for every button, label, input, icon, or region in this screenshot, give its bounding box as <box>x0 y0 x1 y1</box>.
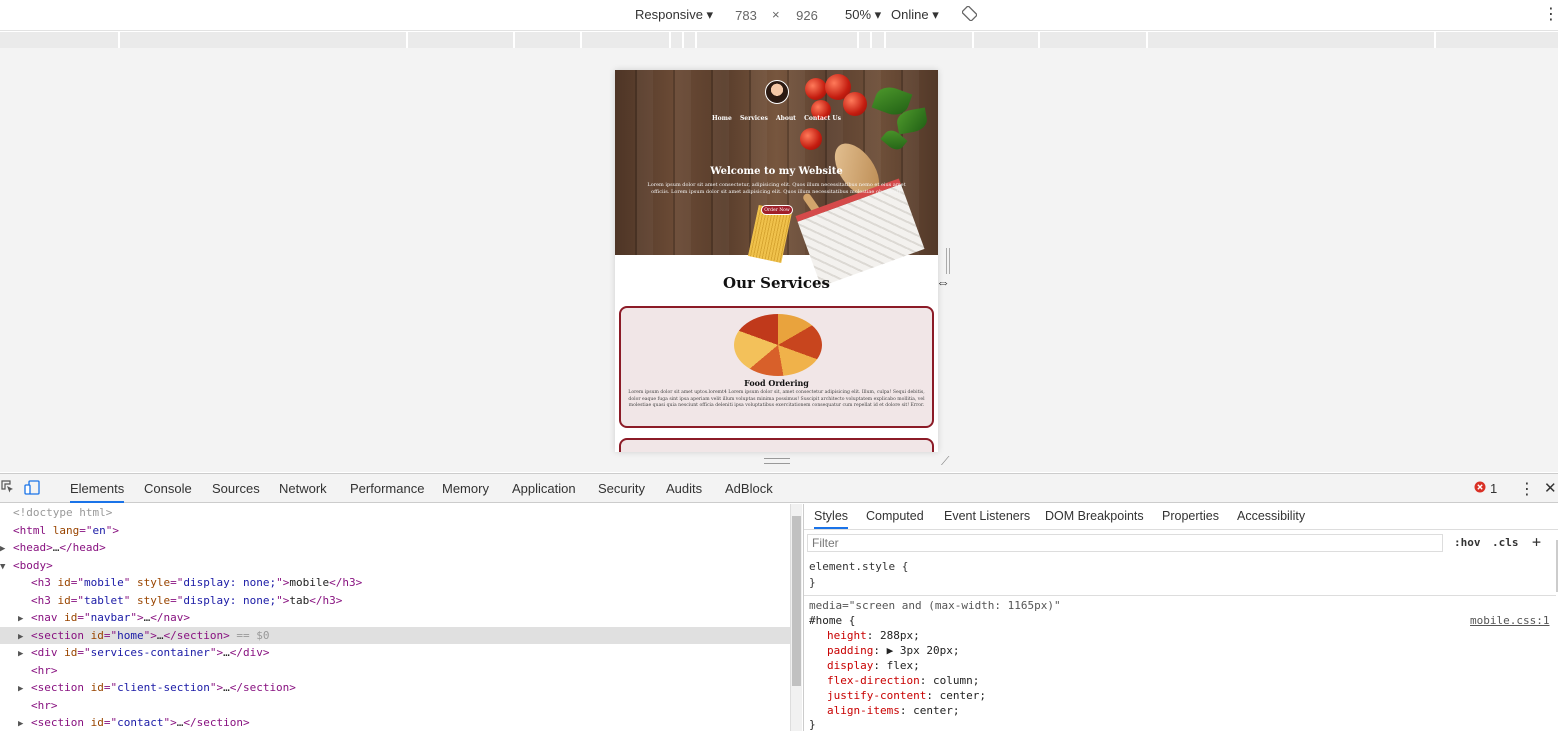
more-options-icon[interactable]: ⋮ <box>1543 4 1558 24</box>
css-declaration[interactable]: padding: ▶ 3px 20px; <box>827 644 959 657</box>
error-count[interactable]: 1 <box>1490 481 1497 496</box>
nav-link-services[interactable]: Services <box>740 115 768 122</box>
dom-node[interactable]: ▶ <section id="home">…</section> == $0 <box>0 626 790 646</box>
pizza-image <box>734 314 822 376</box>
device-viewport: Home Services About Contact Us Welcome t… <box>0 48 1558 472</box>
throttle-select[interactable]: Online ▾ <box>891 7 939 23</box>
tab-accessibility[interactable]: Accessibility <box>1237 509 1305 523</box>
tab-elements[interactable]: Elements <box>70 481 125 503</box>
dom-node[interactable]: ▼ <body> <box>0 557 790 575</box>
hero-text: Lorem ipsum dolor sit amet consectetur, … <box>647 182 906 195</box>
hover-state-toggle[interactable]: :hov <box>1454 536 1481 549</box>
tab-console[interactable]: Console <box>144 481 192 496</box>
element-style-close: } <box>809 576 816 589</box>
dom-node[interactable]: <hr> <box>0 697 790 715</box>
styles-filter-input[interactable]: Filter <box>807 534 1443 552</box>
tab-security[interactable]: Security <box>598 481 645 496</box>
expand-triangle-icon[interactable]: ▶ <box>18 681 31 698</box>
close-icon[interactable]: ✕ <box>1544 479 1557 497</box>
dom-tree[interactable]: <!doctype html> <html lang="en"> ▶ <head>…<… <box>0 504 790 731</box>
css-declaration[interactable]: justify-content: center; <box>827 689 986 702</box>
tab-sources[interactable]: Sources <box>212 481 260 496</box>
dimension-separator: × <box>772 7 780 22</box>
nav-link-about[interactable]: About <box>776 115 796 122</box>
devtools-menu-icon[interactable]: ⋮ <box>1519 479 1535 499</box>
services-title: Our Services <box>723 274 830 292</box>
hero-title: Welcome to my Website <box>710 166 843 177</box>
css-declaration[interactable]: flex-direction: column; <box>827 674 979 687</box>
tab-adblock[interactable]: AdBlock <box>725 481 773 496</box>
viewport-height-input[interactable]: 926 <box>781 6 833 25</box>
dom-node[interactable]: <!doctype html> <box>0 504 790 522</box>
hero-section: Home Services About Contact Us Welcome t… <box>615 70 938 287</box>
tab-audits[interactable]: Audits <box>666 481 702 496</box>
tab-event-listeners[interactable]: Event Listeners <box>944 509 1030 523</box>
dom-node[interactable]: <hr> <box>0 662 790 680</box>
nav-link-contact[interactable]: Contact Us <box>804 115 841 122</box>
tab-dom-breakpoints[interactable]: DOM Breakpoints <box>1045 509 1144 523</box>
service-card-text: Lorem ipsum dolor sit amet uptos.loremt4… <box>628 390 925 409</box>
expand-triangle-icon[interactable]: ▶ <box>18 716 31 731</box>
tab-styles[interactable]: Styles <box>814 509 849 529</box>
service-card: Food Ordering Lorem ipsum dolor sit amet… <box>619 306 934 428</box>
resize-corner-icon[interactable]: ⟋ <box>941 454 949 469</box>
dom-node[interactable]: <html lang="en"> <box>0 522 790 540</box>
avatar <box>765 80 789 104</box>
resize-cursor-icon: ⇔ <box>936 274 950 290</box>
site-navbar: Home Services About Contact Us <box>615 115 938 122</box>
device-toolbar: Responsive ▾ 783 × 926 50% ▾ Online ▾ ⋮ <box>0 0 1558 31</box>
tab-properties[interactable]: Properties <box>1162 509 1219 523</box>
dom-node[interactable]: ▶ <nav id="navbar">…</nav> <box>0 609 790 627</box>
styles-tabbar: Styles Computed Event Listeners DOM Brea… <box>804 504 1558 530</box>
expand-triangle-icon[interactable]: ▼ <box>0 559 13 576</box>
new-style-rule-button[interactable]: + <box>1532 533 1541 551</box>
tab-performance[interactable]: Performance <box>350 481 424 496</box>
order-now-button[interactable]: Order Now <box>761 205 793 215</box>
rule-selector[interactable]: #home { <box>809 614 855 627</box>
css-declaration[interactable]: height: 288px; <box>827 629 920 642</box>
css-declaration[interactable]: display: flex; <box>827 659 920 672</box>
rule-close: } <box>809 718 816 731</box>
dom-tree-scrollbar[interactable] <box>790 504 802 731</box>
viewport-width-input[interactable]: 783 <box>720 6 772 25</box>
zoom-select[interactable]: 50% ▾ <box>845 7 881 23</box>
expand-triangle-icon[interactable]: ▶ <box>0 541 13 558</box>
tab-network[interactable]: Network <box>279 481 327 496</box>
styles-pane: Styles Computed Event Listeners DOM Brea… <box>803 504 1558 731</box>
element-style-selector[interactable]: element.style { <box>809 560 908 573</box>
service-card <box>619 438 934 452</box>
device-select[interactable]: Responsive ▾ <box>635 7 713 23</box>
nav-link-home[interactable]: Home <box>712 115 732 122</box>
media-query-label: media="screen and (max-width: 1165px)" <box>809 599 1061 612</box>
dom-node[interactable]: ▶ <head>…</head> <box>0 539 790 557</box>
error-icon[interactable] <box>1474 481 1486 496</box>
tab-application[interactable]: Application <box>512 481 576 496</box>
resize-handle-bottom[interactable] <box>764 458 790 464</box>
inspect-icon[interactable] <box>1 480 15 497</box>
emulated-page: Home Services About Contact Us Welcome t… <box>615 70 938 452</box>
dom-node[interactable]: <h3 id="tablet" style="display: none;">t… <box>0 592 790 610</box>
expand-triangle-icon[interactable]: ▶ <box>18 611 31 628</box>
devtools-tabbar: Elements Console Sources Network Perform… <box>0 473 1558 503</box>
css-declaration[interactable]: align-items: center; <box>827 704 959 717</box>
tab-memory[interactable]: Memory <box>442 481 489 496</box>
tab-computed[interactable]: Computed <box>866 509 924 523</box>
service-card-title: Food Ordering <box>744 378 809 388</box>
device-toolbar-icon[interactable] <box>24 480 40 498</box>
rotate-icon[interactable] <box>961 5 978 24</box>
media-query-bar[interactable] <box>0 32 1558 48</box>
dom-node[interactable]: ▶ <section id="contact">…</section> <box>0 714 790 731</box>
dom-node[interactable]: ▶ <div id="services-container">…</div> <box>0 644 790 662</box>
resize-handle-right[interactable] <box>946 248 950 274</box>
dom-node[interactable]: ▶ <section id="client-section">…</section… <box>0 679 790 697</box>
expand-triangle-icon[interactable]: ▶ <box>18 646 31 663</box>
dom-node[interactable]: <h3 id="mobile" style="display: none;">m… <box>0 574 790 592</box>
class-toggle[interactable]: .cls <box>1492 536 1519 549</box>
source-link[interactable]: mobile.css:1 <box>1470 614 1549 627</box>
expand-triangle-icon[interactable]: ▶ <box>18 629 31 646</box>
